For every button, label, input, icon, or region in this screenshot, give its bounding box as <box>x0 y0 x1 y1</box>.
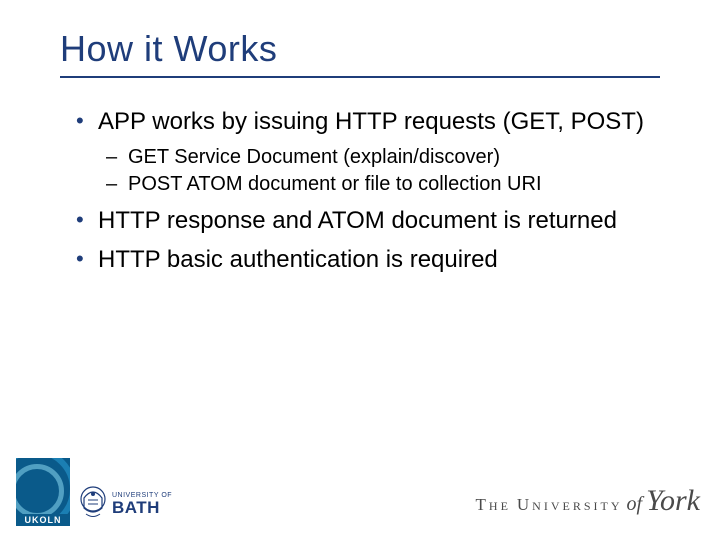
bullet-text: HTTP basic authentication is required <box>98 246 498 273</box>
bullet-item: HTTP basic authentication is required <box>72 246 660 275</box>
left-logo-group: UKOLN UNIVERSITY OF BATH <box>16 458 172 526</box>
york-the-text: The <box>476 495 511 515</box>
sub-bullet-text: POST ATOM document or file to collection… <box>128 173 542 195</box>
ukoln-swirl-icon <box>16 458 70 514</box>
york-university-text: University <box>517 495 623 515</box>
ukoln-label: UKOLN <box>16 514 70 526</box>
bullet-text: APP works by issuing HTTP requests (GET,… <box>98 108 644 135</box>
bath-big-text: BATH <box>112 499 172 516</box>
bullet-item: HTTP response and ATOM document is retur… <box>72 207 660 236</box>
slide-title: How it Works <box>60 28 660 70</box>
bullet-list: APP works by issuing HTTP requests (GET,… <box>72 108 660 274</box>
sub-bullet-text: GET Service Document (explain/discover) <box>128 146 500 168</box>
sub-bullet-item: POST ATOM document or file to collection… <box>98 172 660 197</box>
sub-bullet-item: GET Service Document (explain/discover) <box>98 145 660 170</box>
bath-logo: UNIVERSITY OF BATH <box>78 486 172 526</box>
bath-text: UNIVERSITY OF BATH <box>112 492 172 516</box>
slide-content: APP works by issuing HTTP requests (GET,… <box>60 108 660 274</box>
york-of-text: of <box>627 493 643 516</box>
york-york-text: York <box>646 484 700 518</box>
bullet-text: HTTP response and ATOM document is retur… <box>98 207 617 234</box>
title-underline <box>60 76 660 78</box>
footer-logos: UKOLN UNIVERSITY OF BATH <box>16 456 700 526</box>
ukoln-logo: UKOLN <box>16 458 70 526</box>
slide: How it Works APP works by issuing HTTP r… <box>0 0 720 540</box>
bath-crest-icon <box>78 486 108 522</box>
york-logo: The University of York <box>476 484 700 526</box>
sub-bullet-list: GET Service Document (explain/discover) … <box>98 145 660 197</box>
bullet-item: APP works by issuing HTTP requests (GET,… <box>72 108 660 197</box>
